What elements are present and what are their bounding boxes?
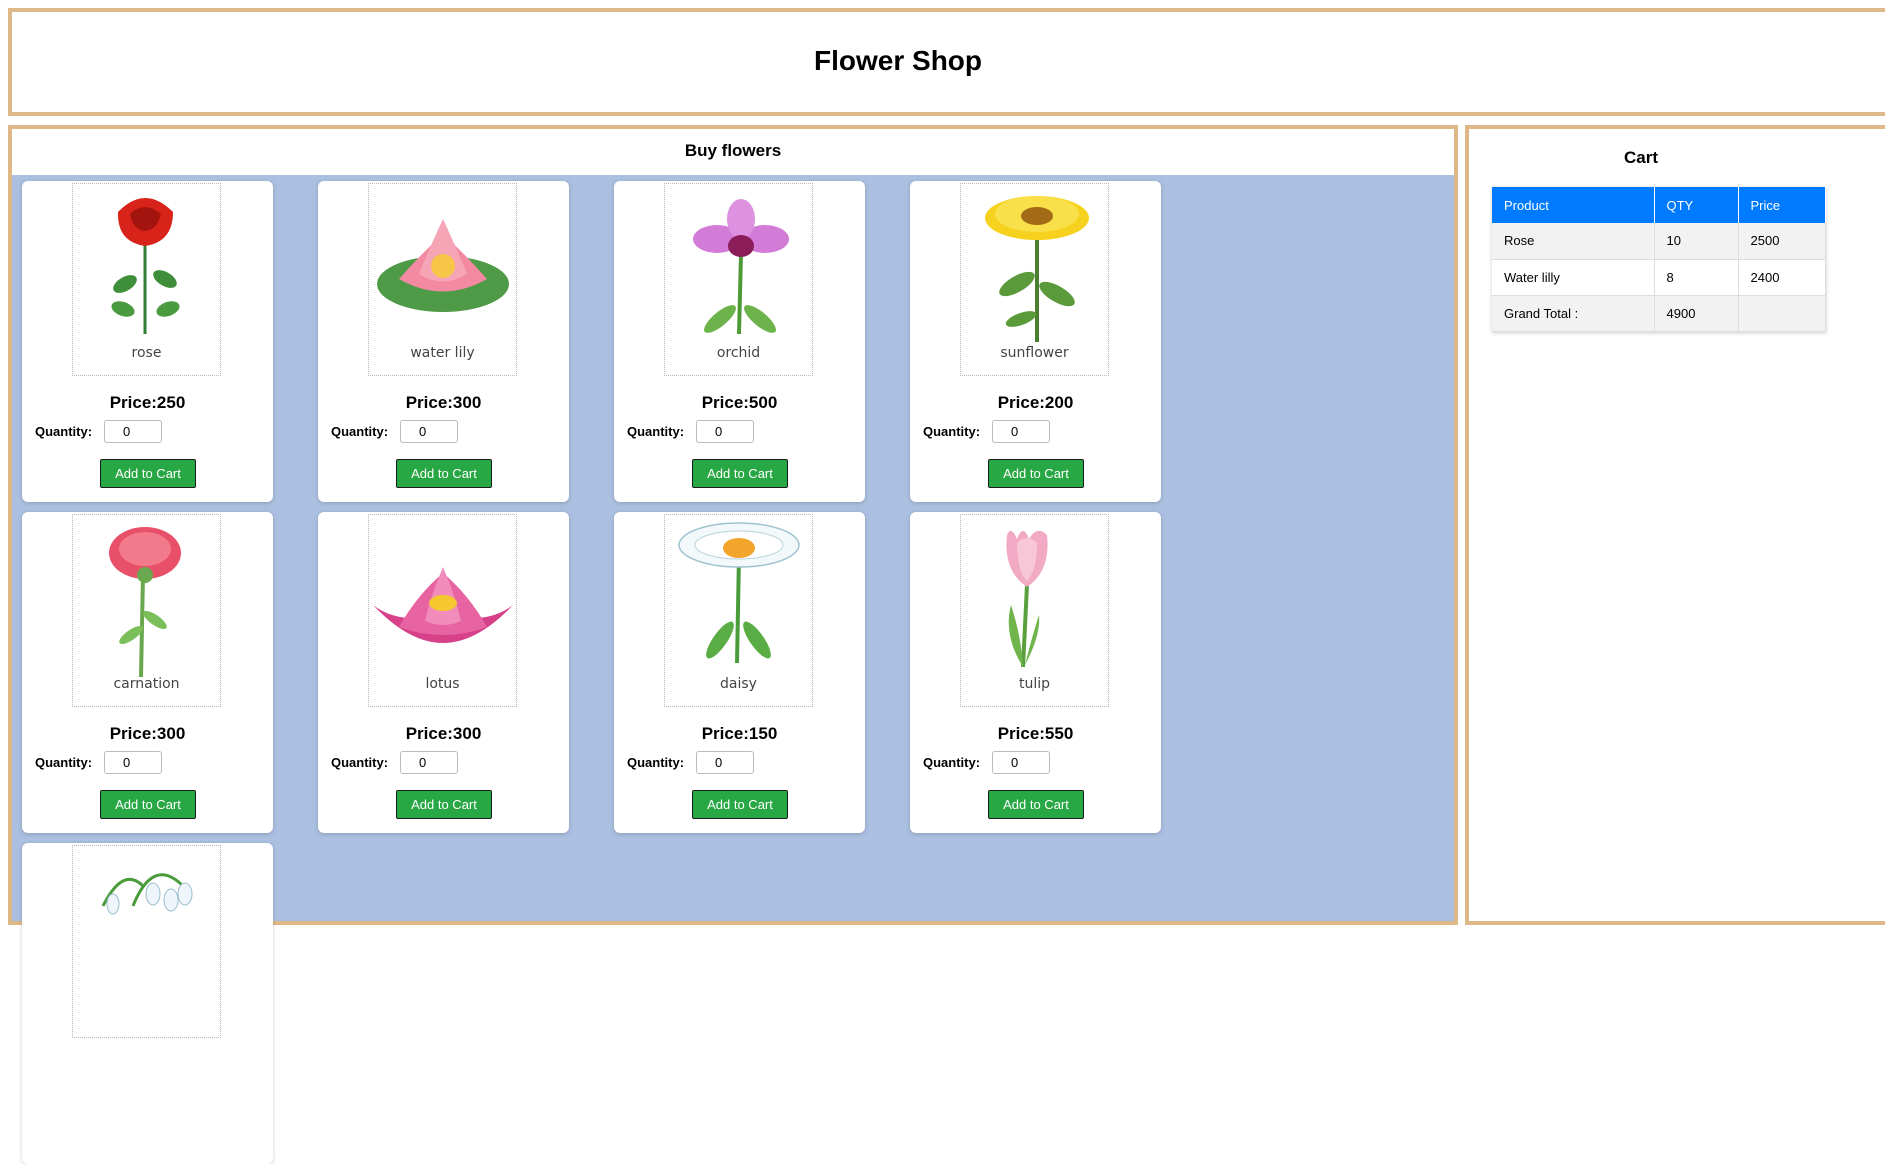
carnation-image: carnation [72,514,221,707]
cart-header-row: Product QTY Price [1492,187,1826,223]
quantity-label: Quantity: [627,424,685,439]
shop-panel: Buy flowers rose Price:250 Quantity: Add… [8,125,1458,1164]
product-name: lotus [425,676,460,692]
daisy-image: daisy [664,514,813,707]
grand-total-label: Grand Total : [1492,295,1655,332]
table-row: Water lilly 8 2400 [1492,259,1826,296]
add-to-cart-button[interactable]: Add to Cart [692,790,788,819]
product-card-tulip: tulip Price:550 Quantity: Add to Cart [910,512,1161,833]
product-price: Price:250 [109,393,186,412]
product-price: Price:550 [997,724,1074,743]
quantity-label: Quantity: [627,755,685,770]
quantity-input[interactable] [696,751,754,774]
quantity-label: Quantity: [35,424,93,439]
add-to-cart-button[interactable]: Add to Cart [100,790,196,819]
cart-cell-qty: 8 [1654,259,1739,296]
sunflower-image: sunflower [960,183,1109,376]
quantity-input[interactable] [696,420,754,443]
snowdrop-image [72,845,221,1038]
product-price: Price:300 [109,724,186,743]
grand-total-empty [1738,295,1826,332]
product-name: water lily [410,345,475,361]
product-card-snowdrop [22,843,273,1164]
product-card-lotus: lotus Price:300 Quantity: Add to Cart [318,512,569,833]
grand-total-row: Grand Total : 4900 [1492,295,1826,332]
grand-total-value: 4900 [1654,295,1739,332]
add-to-cart-button[interactable]: Add to Cart [692,459,788,488]
cart-cell-qty: 10 [1654,223,1739,260]
column-header-product: Product [1492,187,1655,223]
product-grid: rose Price:250 Quantity: Add to Cart wat… [12,175,1454,1164]
product-name: orchid [716,345,761,361]
quantity-input[interactable] [104,420,162,443]
product-name: rose [131,345,162,361]
column-header-qty: QTY [1654,187,1739,223]
add-to-cart-button[interactable]: Add to Cart [100,459,196,488]
rose-image: rose [72,183,221,376]
product-name: daisy [720,676,757,692]
orchid-image: orchid [664,183,813,376]
cart-cell-product: Rose [1492,223,1655,260]
shop-title: Buy flowers [684,141,782,160]
quantity-input[interactable] [400,420,458,443]
add-to-cart-button[interactable]: Add to Cart [396,790,492,819]
cart-cell-price: 2500 [1738,223,1826,260]
quantity-label: Quantity: [331,424,389,439]
tulip-image: tulip [960,514,1109,707]
product-price: Price:200 [997,393,1074,412]
column-header-price: Price [1738,187,1826,223]
cart-table: Product QTY Price Rose 10 2500 Water lil… [1492,187,1826,332]
product-card-daisy: daisy Price:150 Quantity: Add to Cart [614,512,865,833]
product-price: Price:300 [405,393,482,412]
add-to-cart-button[interactable]: Add to Cart [988,459,1084,488]
product-price: Price:500 [701,393,778,412]
product-card-rose: rose Price:250 Quantity: Add to Cart [22,181,273,502]
product-card-water-lily: water lily Price:300 Quantity: Add to Ca… [318,181,569,502]
cart-cell-product: Water lilly [1492,259,1655,296]
product-name: tulip [1018,676,1051,692]
cart-title: Cart [1623,148,1658,167]
product-card-carnation: carnation Price:300 Quantity: Add to Car… [22,512,273,833]
product-card-sunflower: sunflower Price:200 Quantity: Add to Car… [910,181,1161,502]
quantity-input[interactable] [104,751,162,774]
product-name: carnation [113,676,180,692]
cart-cell-price: 2400 [1738,259,1826,296]
quantity-label: Quantity: [923,424,981,439]
page-header: Flower Shop [8,8,1885,116]
add-to-cart-button[interactable]: Add to Cart [396,459,492,488]
product-price: Price:150 [701,724,778,743]
product-price: Price:300 [405,724,482,743]
quantity-input[interactable] [992,751,1050,774]
quantity-input[interactable] [400,751,458,774]
cart-panel: Cart Product QTY Price Rose 10 2500 Wate… [1465,125,1885,925]
quantity-input[interactable] [992,420,1050,443]
quantity-label: Quantity: [35,755,93,770]
water-lily-image: water lily [368,183,517,376]
add-to-cart-button[interactable]: Add to Cart [988,790,1084,819]
lotus-image: lotus [368,514,517,707]
quantity-label: Quantity: [923,755,981,770]
product-name: sunflower [1000,345,1069,361]
quantity-label: Quantity: [331,755,389,770]
product-card-orchid: orchid Price:500 Quantity: Add to Cart [614,181,865,502]
table-row: Rose 10 2500 [1492,223,1826,260]
page-title: Flower Shop [814,45,982,76]
